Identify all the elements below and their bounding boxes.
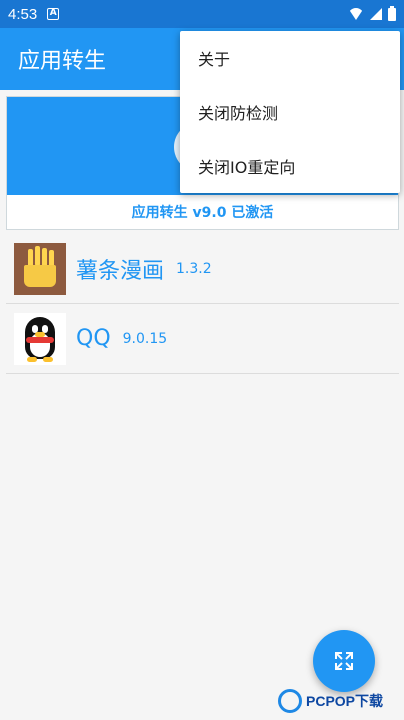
battery-icon <box>388 5 396 21</box>
watermark-text: PCPOP下载 <box>306 693 384 709</box>
app-list-item[interactable]: 薯条漫画 1.3.2 <box>6 234 399 304</box>
overflow-menu: 关于 关闭防检测 关闭IO重定向 <box>180 31 400 193</box>
app-version: 1.3.2 <box>176 260 212 277</box>
wifi-icon <box>348 8 364 20</box>
app-list: 薯条漫画 1.3.2 QQ 9.0.15 <box>6 234 399 374</box>
signal-icon <box>370 8 382 20</box>
status-time: 4:53 <box>8 5 38 23</box>
expand-fab-button[interactable] <box>313 630 375 692</box>
app-name: 薯条漫画 <box>76 258 165 284</box>
app-version: 9.0.15 <box>122 330 168 347</box>
shutiao-manhua-icon <box>14 242 66 295</box>
activation-status: 应用转生 v9.0 已激活 <box>131 205 274 221</box>
app-list-item[interactable]: QQ 9.0.15 <box>6 304 399 374</box>
app-title: 应用转生 <box>18 49 107 74</box>
notification-icon: A <box>47 8 60 20</box>
status-icons <box>348 5 396 21</box>
qq-penguin-icon <box>14 312 66 365</box>
pcpop-logo-icon <box>278 689 302 713</box>
app-name: QQ <box>76 326 111 351</box>
menu-item-disable-anti-detection[interactable]: 关闭防检测 <box>180 85 400 139</box>
fullscreen-expand-icon <box>335 652 353 670</box>
watermark: PCPOP下载 <box>278 684 402 718</box>
menu-item-disable-io-redirect[interactable]: 关闭IO重定向 <box>180 139 400 193</box>
status-bar: 4:53 A <box>0 0 404 28</box>
menu-item-about[interactable]: 关于 <box>180 31 400 85</box>
